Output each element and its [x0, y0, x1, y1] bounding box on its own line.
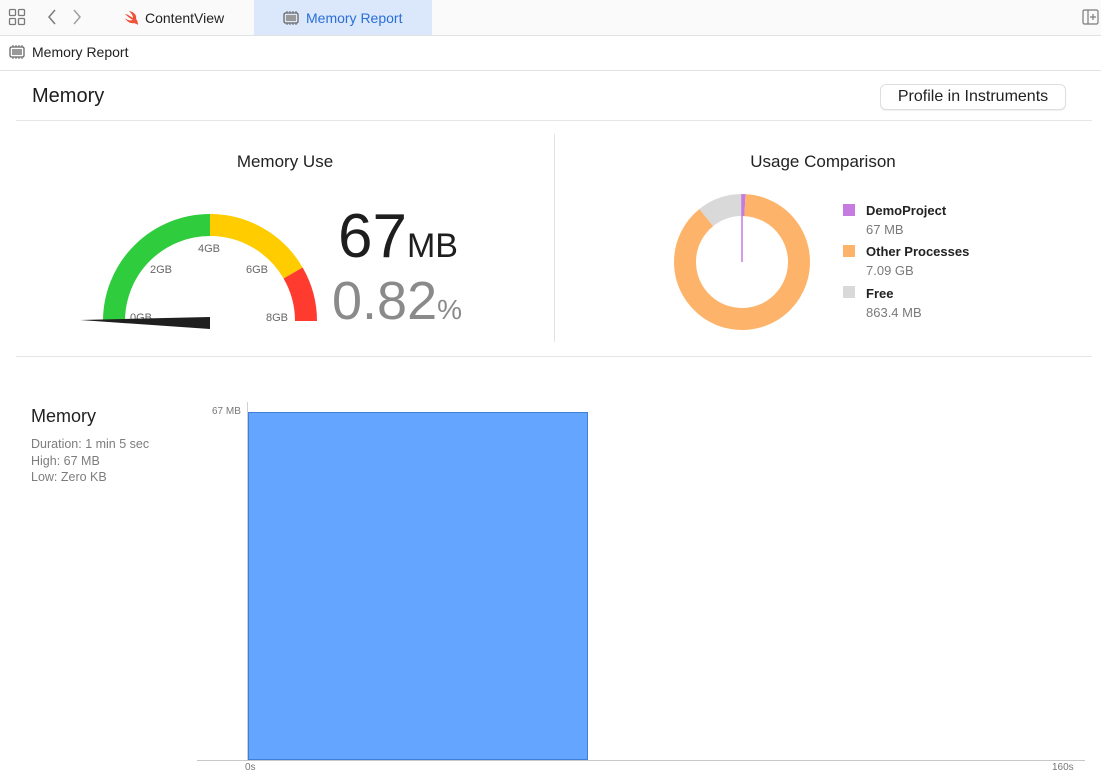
- gauge-label-4gb: 4GB: [198, 243, 220, 255]
- x-axis-end-label: 160s: [1052, 762, 1074, 773]
- breadcrumb-label[interactable]: Memory Report: [32, 44, 128, 60]
- gauge-needle: [80, 317, 210, 329]
- x-axis-start-label: 0s: [245, 762, 256, 773]
- legend-name-other-processes: Other Processes: [866, 244, 970, 259]
- memory-duration: Duration: 1 min 5 sec: [31, 437, 150, 451]
- profile-in-instruments-button[interactable]: Profile in Instruments: [880, 84, 1066, 110]
- gauge-label-2gb: 2GB: [150, 264, 172, 276]
- grid-icon[interactable]: [8, 8, 26, 31]
- legend-value-free: 863.4 MB: [866, 305, 922, 320]
- legend-swatch-other-processes: [843, 245, 855, 257]
- x-axis-line: [197, 760, 1085, 761]
- back-icon[interactable]: [46, 9, 58, 30]
- divider: [16, 356, 1092, 357]
- gauge-red-arc: [283, 267, 317, 322]
- memory-graph-title: Memory: [31, 406, 97, 426]
- add-editor-icon[interactable]: [1082, 9, 1099, 30]
- tab-label: Memory Report: [306, 9, 403, 26]
- memory-high: High: 67 MB: [31, 454, 100, 468]
- donut-slice-free: [699, 194, 743, 227]
- chip-icon: [282, 10, 300, 25]
- gauge-label-6gb: 6GB: [246, 264, 268, 276]
- tab-label: ContentView: [145, 9, 225, 26]
- gauge-label-8gb: 8GB: [266, 312, 288, 324]
- tab-contentview[interactable]: ContentView: [118, 0, 250, 35]
- memory-usage-bar: [248, 412, 589, 760]
- legend-name-free: Free: [866, 286, 894, 301]
- usage-donut-chart: [674, 194, 810, 330]
- memory-value-unit: MB: [406, 227, 458, 265]
- tab-memory-report[interactable]: Memory Report: [254, 0, 432, 35]
- legend-name-demoproject: DemoProject: [866, 203, 947, 218]
- usage-comparison-title: Usage Comparison: [750, 152, 896, 171]
- memory-low: Low: Zero KB: [31, 470, 107, 484]
- legend-value-other-processes: 7.09 GB: [866, 263, 914, 278]
- memory-value-number: 67: [338, 202, 407, 271]
- legend-value-demoproject: 67 MB: [866, 222, 904, 237]
- panel-divider: [554, 134, 555, 342]
- legend-swatch-free: [843, 286, 855, 298]
- memory-percent-number: 0.82: [332, 271, 438, 331]
- forward-icon[interactable]: [71, 9, 83, 30]
- memory-value: 67MB: [338, 200, 458, 274]
- tab-bar: ContentView Memory Report: [0, 0, 1101, 36]
- legend-swatch-demoproject: [843, 204, 855, 216]
- breadcrumb: Memory Report: [0, 36, 1101, 71]
- page-title: Memory: [32, 85, 105, 107]
- chip-icon: [8, 44, 26, 60]
- memory-percent-sign: %: [437, 294, 463, 325]
- swift-icon: [124, 10, 139, 25]
- memory-gauge: 0GB 2GB 4GB 6GB 8GB: [80, 214, 317, 329]
- y-axis-label: 67 MB: [212, 406, 241, 417]
- memory-percent: 0.82%: [332, 270, 462, 332]
- memory-use-title: Memory Use: [236, 152, 334, 171]
- divider: [16, 120, 1092, 121]
